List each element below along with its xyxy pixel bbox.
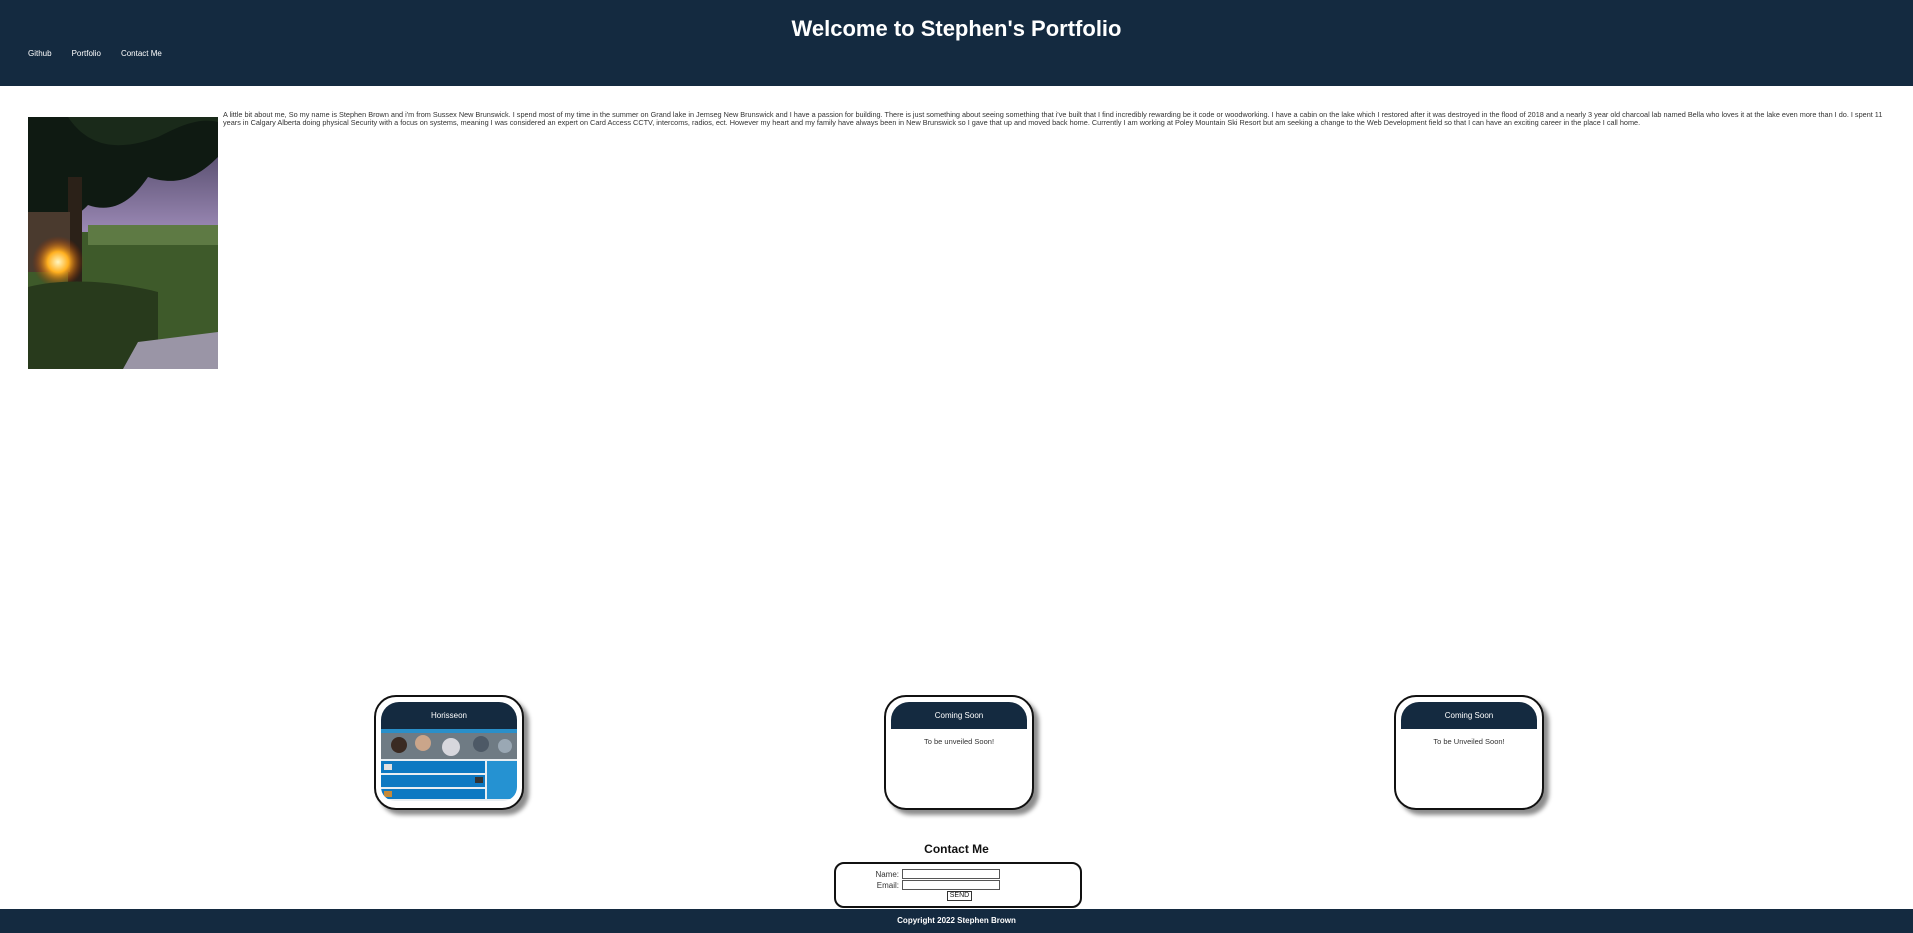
name-row: Name: [836,869,1000,879]
send-button[interactable]: SEND [947,891,972,901]
about-paragraph: A little bit about me, So my name is Ste… [223,110,1883,127]
site-header: Welcome to Stephen's Portfolio Github Po… [0,0,1913,86]
project-card-description: To be Unveiled Soon! [1433,737,1505,746]
email-row: Email: [836,880,1000,890]
contact-form: Name: Email: SEND [834,862,1082,908]
nav-link-github[interactable]: Github [28,49,52,58]
contact-heading: Contact Me [924,842,989,856]
site-footer: Copyright 2022 Stephen Brown [0,909,1913,933]
main-nav: Github Portfolio Contact Me [28,49,162,58]
project-screenshot [381,729,517,801]
page-title: Welcome to Stephen's Portfolio [791,16,1122,41]
project-card-coming-soon-2[interactable]: Coming Soon To be Unveiled Soon! [1394,695,1544,810]
project-card-title: Coming Soon [891,702,1027,729]
project-card-description: To be unveiled Soon! [923,737,995,746]
copyright-text: Copyright 2022 Stephen Brown [897,916,1016,925]
project-card-horisseon[interactable]: Horisseon [374,695,524,810]
nav-link-portfolio[interactable]: Portfolio [72,49,101,58]
email-label: Email: [876,880,899,890]
name-field[interactable] [902,869,1000,879]
profile-photo [28,117,218,369]
project-card-title: Horisseon [381,702,517,729]
nav-link-contact[interactable]: Contact Me [121,49,162,58]
email-field[interactable] [902,880,1000,890]
project-card-coming-soon-1[interactable]: Coming Soon To be unveiled Soon! [884,695,1034,810]
project-card-title: Coming Soon [1401,702,1537,729]
name-label: Name: [875,869,899,879]
